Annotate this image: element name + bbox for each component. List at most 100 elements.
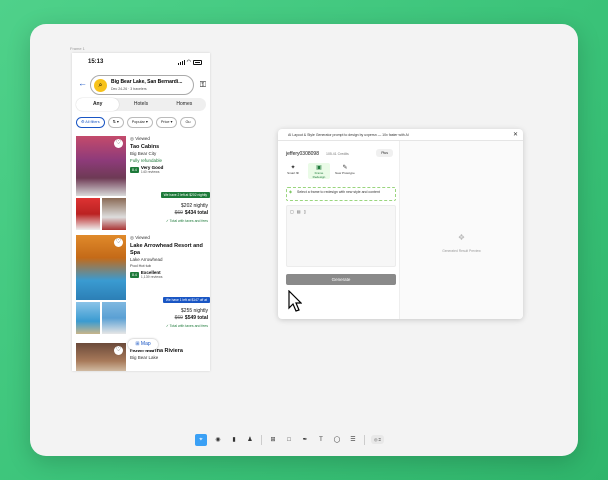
bottom-toolbar: ⌖ ◉ ▮ ♟ ⊞ □ ✒ T ◯ ☰ ◎ ⌗ <box>195 431 425 448</box>
dev-mode-toggle[interactable]: ◎ ⌗ <box>371 435 384 444</box>
comment-tool-icon[interactable]: ◯ <box>332 436 342 443</box>
prompt-tools: ▢ ▤ ▯ <box>290 209 306 214</box>
rating: 8.4 Very Good 140 reviews <box>130 165 210 174</box>
frame-label: Frame 1 <box>70 46 85 51</box>
figure-tool-icon[interactable]: ♟ <box>245 436 255 443</box>
hotel-photo-thumb <box>76 198 100 230</box>
text-tool-icon[interactable]: T <box>316 437 326 443</box>
tab-any[interactable]: Any <box>76 98 120 111</box>
clipboard-icon[interactable]: ▤ <box>297 209 301 214</box>
prompt-textarea[interactable]: ▢ ▤ ▯ <box>286 205 396 267</box>
review-count: 1,139 reviews <box>140 275 163 279</box>
hotel-photo-thumb <box>102 302 126 334</box>
status-bar: 15:13 ◠ <box>72 59 210 69</box>
promo-badge: We have 1 left at $147 off at <box>162 297 210 303</box>
search-icon: ⌕ <box>94 79 107 92</box>
ai-generator-plugin: AI Layout & Style Generator prompt to de… <box>278 129 523 319</box>
hotel-photo-main: ♡ <box>76 136 126 196</box>
mode-selector: ✦ Smart fill ▣ Frame Redesign ✎ New Prot… <box>282 163 356 179</box>
amenities: Pool Hot tub <box>130 264 151 268</box>
nightly-price: $202 nightly <box>181 203 208 209</box>
refund-label: Fully refundable <box>130 158 163 163</box>
hotel-photo-thumb <box>76 302 100 334</box>
mouse-cursor-icon <box>288 290 302 312</box>
hotel-location: Big Bear City <box>130 151 157 156</box>
search-row: ← ⌕ Big Bear Lake, San Bernardi... Dec 2… <box>76 75 206 95</box>
plugin-title: AI Layout & Style Generator prompt to de… <box>278 129 523 141</box>
trips-bag-icon[interactable]: ⚿ <box>200 80 206 90</box>
viewed-label: ◎ Viewed <box>130 136 150 141</box>
preview-placeholder-text: Generated Result Preview <box>442 249 481 253</box>
attach-image-icon[interactable]: ▢ <box>290 209 294 214</box>
hotel-photo-main: ♡ <box>76 235 126 300</box>
mode-frame-redesign[interactable]: ▣ Frame Redesign <box>308 163 330 179</box>
total-price: $69 $549 total <box>174 315 208 321</box>
search-destination: Big Bear Lake, San Bernardi... <box>111 79 183 85</box>
type-tabs: Any Hotels Homes <box>76 98 206 111</box>
hotel-name: Lake Arrowhead Resort and Spa <box>130 243 203 256</box>
rating: 8.4 Excellent 1,139 reviews <box>130 270 210 279</box>
status-icons: ◠ <box>177 59 202 65</box>
viewed-label: ◎ Viewed <box>130 235 150 240</box>
taxes-note: ✓ Total with taxes and fees <box>165 324 208 328</box>
filter-chips: ⚙ All filters ⇅ ▾ Popular ▾ Price ▾ Gu <box>76 117 210 128</box>
frame-tool-icon[interactable]: ⊞ <box>268 436 278 443</box>
generate-button[interactable]: Generate <box>286 274 396 285</box>
hotel-location: Lake Arrowhead <box>130 257 163 262</box>
favorite-heart-icon[interactable]: ♡ <box>114 139 123 148</box>
promo-badge: We have 2 left at $202 nightly <box>160 192 210 198</box>
credits: 105.41 Credits <box>326 152 349 156</box>
guest-chip[interactable]: Gu <box>180 117 196 128</box>
mode-new-prototype[interactable]: ✎ New Prototype <box>334 163 356 179</box>
tab-homes[interactable]: Homes <box>163 98 206 111</box>
wifi-icon: ◠ <box>186 59 191 65</box>
hotel-location: Big Bear Lake <box>130 355 159 360</box>
rating-score: 8.4 <box>130 166 139 173</box>
map-button[interactable]: ⊞ Map <box>128 339 158 350</box>
tab-hotels[interactable]: Hotels <box>119 98 162 111</box>
listing-card[interactable]: ♡ ◎ Viewed Lake Arrowhead Resort and Spa… <box>76 235 210 335</box>
total-price: $69 $434 total <box>174 210 208 216</box>
sort-chip[interactable]: ⇅ ▾ <box>107 117 124 128</box>
all-filters-chip[interactable]: ⚙ All filters <box>76 117 105 128</box>
preview-placeholder-icon: ❖ <box>457 233 466 242</box>
file-icon[interactable]: ▯ <box>304 209 306 214</box>
search-pill[interactable]: ⌕ Big Bear Lake, San Bernardi... Dec 24-… <box>90 75 194 95</box>
username: jeffery0308098 <box>286 151 319 157</box>
selection-hint: ◈ Select a frame to redesign with new st… <box>286 187 396 201</box>
pen-tool-icon[interactable]: ✒ <box>300 436 310 443</box>
close-icon[interactable]: ✕ <box>513 129 518 141</box>
actions-tool-icon[interactable]: ☰ <box>348 436 358 443</box>
phone-frame[interactable]: 15:13 ◠ ← ⌕ Big Bear Lake, San Bernardi.… <box>72 53 210 371</box>
taxes-note: ✓ Total with taxes and fees <box>165 219 208 223</box>
favorite-heart-icon[interactable]: ♡ <box>114 238 123 247</box>
battery-icon <box>193 59 202 65</box>
tag-icon: ◈ <box>289 189 293 194</box>
result-preview-panel: ❖ Generated Result Preview <box>400 141 523 319</box>
listing-info: ◎ Viewed Lake Arrowhead Resort and Spa L… <box>130 235 210 279</box>
status-time: 15:13 <box>88 59 104 65</box>
back-arrow-icon[interactable]: ← <box>78 78 87 88</box>
toolbar-divider <box>364 434 365 445</box>
move-tool-icon[interactable]: ⌖ <box>195 433 207 446</box>
plus-button[interactable]: Plus <box>376 149 393 157</box>
design-mode-icon: ◎ <box>374 437 378 442</box>
popular-chip[interactable]: Popular ▾ <box>126 117 153 128</box>
nightly-price: $255 nightly <box>181 308 208 314</box>
hotel-name: Tao Cabins <box>130 144 160 150</box>
rating-score: 8.4 <box>130 271 139 278</box>
review-count: 140 reviews <box>140 170 160 174</box>
code-mode-icon: ⌗ <box>378 437 381 442</box>
listing-card[interactable]: ♡ ◎ Viewed Tao Cabins Big Bear City Full… <box>76 136 210 232</box>
toolbar-divider <box>261 434 262 445</box>
device-tool-icon[interactable]: ▮ <box>229 436 239 443</box>
avatar-tool-icon[interactable]: ◉ <box>213 436 223 443</box>
app-window: Frame 1 15:13 ◠ ← ⌕ Big Bear Lake, San B… <box>30 24 578 456</box>
mode-smart-fill[interactable]: ✦ Smart fill <box>282 163 304 179</box>
listing-info: ◎ Viewed Tao Cabins Big Bear City Fully … <box>130 136 210 174</box>
favorite-heart-icon[interactable]: ♡ <box>114 346 123 355</box>
rectangle-tool-icon[interactable]: □ <box>284 437 294 443</box>
hotel-photo-thumb <box>102 198 126 230</box>
price-chip[interactable]: Price ▾ <box>155 117 178 128</box>
search-subtitle: Dec 24-26 · 3 travelers <box>111 87 147 91</box>
